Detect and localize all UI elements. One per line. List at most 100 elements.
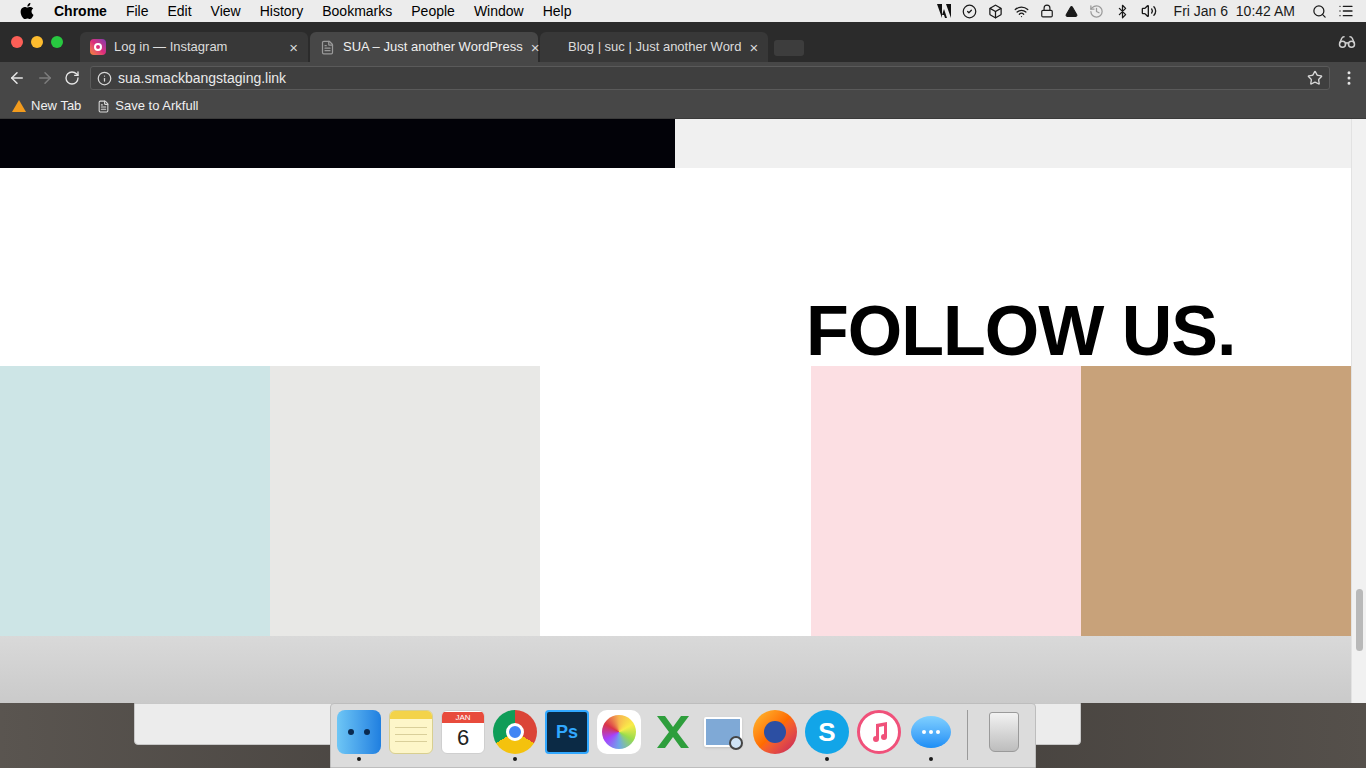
page-footer <box>0 636 1351 703</box>
trash-icon[interactable] <box>982 710 1026 754</box>
reload-icon[interactable] <box>64 70 80 86</box>
clock[interactable]: Fri Jan 6 10:42 AM <box>1174 1 1295 22</box>
tab[interactable]: Blog | suc | Just another Word × <box>540 32 768 62</box>
spotlight-icon[interactable] <box>1312 4 1327 19</box>
notes-icon[interactable] <box>389 710 433 754</box>
running-indicator <box>617 757 621 761</box>
dock-item[interactable] <box>701 710 745 761</box>
tab[interactable]: Log in — Instagram× <box>80 32 308 62</box>
scrollbar[interactable] <box>1351 119 1366 703</box>
calendar-icon[interactable]: JAN6 <box>441 710 485 754</box>
tab-label: Blog | suc | Just another Word <box>550 37 741 57</box>
dock-item[interactable] <box>597 710 641 761</box>
menu-item[interactable]: File <box>126 1 149 22</box>
url: sua.smackbangstaging.link <box>118 68 286 89</box>
dock-item[interactable] <box>389 710 433 761</box>
volume-icon[interactable] <box>1141 3 1157 19</box>
wifi-icon[interactable] <box>1014 4 1029 19</box>
running-indicator <box>1002 757 1006 761</box>
dropbox-icon[interactable] <box>988 4 1003 19</box>
bookmark[interactable]: New Tab <box>12 96 81 116</box>
scrollbar-thumb[interactable] <box>1356 589 1363 651</box>
instagram-tile[interactable] <box>540 366 810 636</box>
menu-icon[interactable] <box>1340 69 1358 87</box>
tab[interactable]: SUA – Just another WordPress × <box>310 32 538 62</box>
instagram-tile[interactable] <box>1081 366 1351 636</box>
tab-close-button[interactable]: × <box>289 40 298 55</box>
dock-item[interactable]: Ps <box>545 710 589 761</box>
running-indicator <box>721 757 725 761</box>
desktop-bottom: JAN6 Ps S <box>0 703 1366 768</box>
eject-icon[interactable] <box>1065 5 1078 18</box>
dock-item[interactable]: S <box>805 710 849 761</box>
bookmark-star-icon[interactable] <box>1307 70 1323 86</box>
running-indicator <box>461 757 465 761</box>
running-indicator <box>825 757 829 761</box>
dock-item[interactable] <box>982 710 1026 761</box>
tab-close-button[interactable]: × <box>531 40 540 55</box>
menu-item[interactable]: Edit <box>167 1 191 22</box>
preview-icon[interactable] <box>701 710 745 754</box>
tab-close-button[interactable]: × <box>749 40 758 55</box>
toolbar: sua.smackbangstaging.link <box>0 62 1366 94</box>
minimize-window-button[interactable] <box>31 36 43 48</box>
dock-item[interactable] <box>753 710 797 761</box>
messages-icon[interactable] <box>909 710 953 754</box>
menu-item[interactable]: View <box>211 1 241 22</box>
top-strip <box>0 119 1351 168</box>
zoom-window-button[interactable] <box>51 36 63 48</box>
running-indicator <box>409 757 413 761</box>
browser-window: Log in — Instagram×SUA – Just another Wo… <box>0 22 1366 703</box>
chrome-icon[interactable] <box>493 710 537 754</box>
dock-item[interactable]: JAN6 <box>441 710 485 761</box>
follow-heading: FOLLOW US. <box>806 296 1235 366</box>
address-bar[interactable]: sua.smackbangstaging.link <box>90 66 1330 90</box>
itunes-icon[interactable] <box>857 710 901 754</box>
menu-item[interactable]: History <box>260 1 304 22</box>
menu-app-name[interactable]: Chrome <box>54 1 107 22</box>
new-tab-button[interactable] <box>774 40 804 56</box>
bookmarks-bar: New Tab Save to Arkfull <box>0 94 1366 119</box>
adobe-icon[interactable] <box>937 4 951 18</box>
apple-icon[interactable] <box>20 3 34 19</box>
dock-item[interactable] <box>649 710 693 761</box>
menu-item[interactable]: Help <box>543 1 572 22</box>
tab-label: SUA – Just another WordPress <box>343 37 523 57</box>
menu-item[interactable]: Bookmarks <box>322 1 392 22</box>
site-info-icon[interactable] <box>97 71 112 86</box>
time-machine-icon[interactable] <box>1089 4 1104 19</box>
menu-item[interactable]: Window <box>474 1 524 22</box>
bluetooth-icon[interactable] <box>1115 4 1130 19</box>
photoshop-icon[interactable]: Ps <box>545 710 589 754</box>
running-indicator <box>513 757 517 761</box>
instagram-tile[interactable] <box>270 366 540 636</box>
dock-item[interactable] <box>337 710 381 761</box>
profile-area <box>1338 22 1366 62</box>
incognito-icon[interactable] <box>1338 33 1356 51</box>
dock-item[interactable] <box>493 710 537 761</box>
running-indicator <box>565 757 569 761</box>
page-icon <box>320 40 335 55</box>
page-viewport: FOLLOW US. <box>0 119 1366 703</box>
bookmark[interactable]: Save to Arkfull <box>97 96 198 116</box>
firefox-icon[interactable] <box>753 710 797 754</box>
forward-icon[interactable] <box>36 69 54 87</box>
lock-icon[interactable] <box>1040 4 1054 18</box>
dock-separator <box>967 710 968 760</box>
check-icon[interactable] <box>962 4 977 19</box>
dock-item[interactable] <box>857 710 901 761</box>
dock-item[interactable] <box>909 710 953 761</box>
photos-icon[interactable] <box>597 710 641 754</box>
x-app-icon[interactable] <box>649 710 693 754</box>
close-window-button[interactable] <box>11 36 23 48</box>
bookmark-app-icon <box>12 100 26 112</box>
page-content: FOLLOW US. <box>0 119 1351 703</box>
back-icon[interactable] <box>8 69 26 87</box>
instagram-tile[interactable] <box>0 366 270 636</box>
menu-item[interactable]: People <box>411 1 455 22</box>
finder-icon[interactable] <box>337 710 381 754</box>
skype-icon[interactable]: S <box>805 710 849 754</box>
notification-center-icon[interactable] <box>1338 3 1354 19</box>
instagram-tile[interactable] <box>811 366 1081 636</box>
light-panel <box>675 119 1351 168</box>
